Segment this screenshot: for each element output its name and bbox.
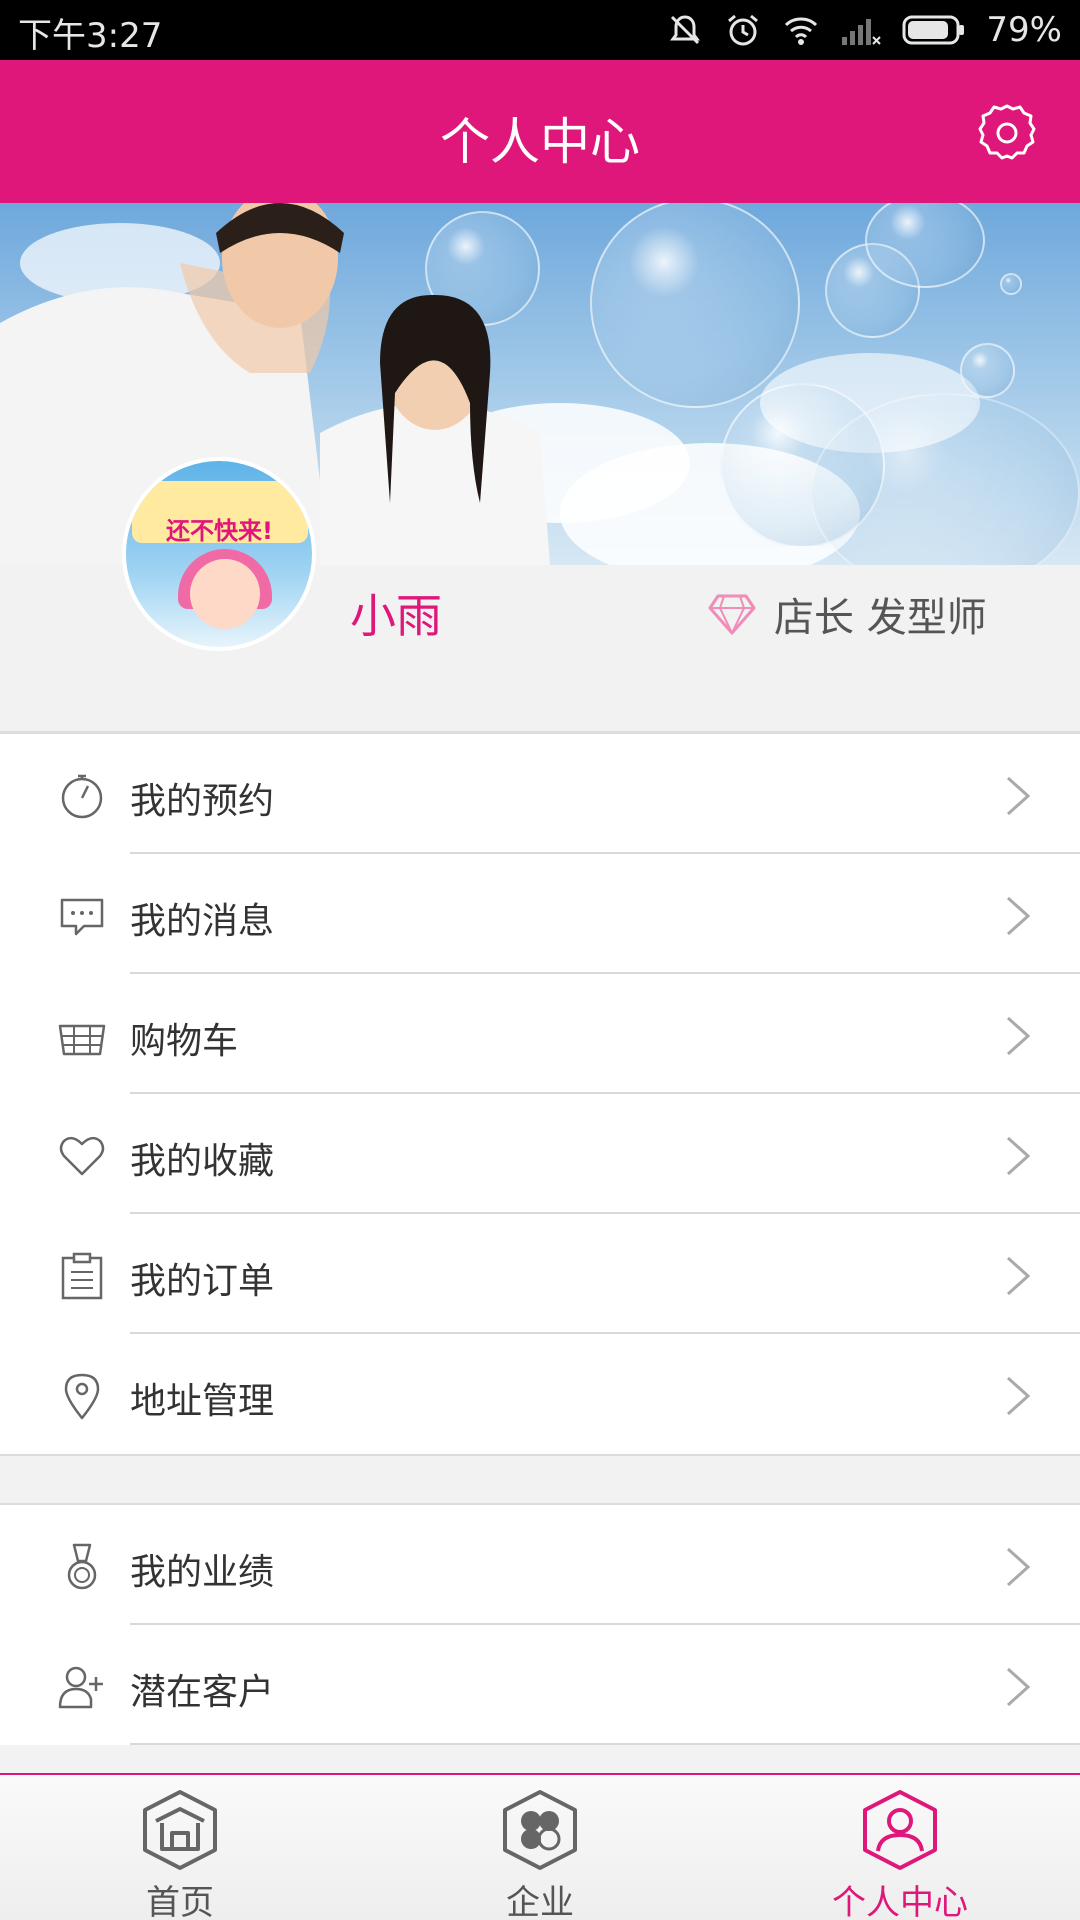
gear-icon[interactable] [974, 100, 1040, 166]
location-pin-icon [64, 1373, 100, 1420]
menu-label: 我的订单 [130, 1261, 275, 1302]
menu-label: 我的收藏 [130, 1141, 275, 1182]
app-header: 个人中心 [0, 60, 1080, 203]
menu-label: 我的预约 [130, 781, 275, 822]
chevron-right-icon [1006, 776, 1031, 816]
home-icon [143, 1790, 217, 1870]
avatar-caption: 还不快来! [166, 517, 273, 545]
chevron-right-icon [1006, 1016, 1031, 1056]
menu-item-messages[interactable]: 我的消息 [0, 854, 1080, 974]
chevron-right-icon [1006, 1136, 1031, 1176]
alarm-icon [728, 14, 759, 46]
tab-home[interactable]: 首页 [0, 1775, 360, 1920]
chevron-right-icon [1006, 896, 1031, 936]
tab-label: 首页 [146, 1883, 214, 1920]
person-icon [863, 1790, 937, 1870]
menu-item-appointments[interactable]: 我的预约 [0, 734, 1080, 854]
menu-group-primary: 我的预约 我的消息 购物车 我的收藏 我的订单 地址管理 [0, 732, 1080, 1456]
medal-icon [67, 1543, 97, 1590]
menu-item-performance[interactable]: 我的业绩 [0, 1505, 1080, 1625]
menu-item-potential-customers[interactable]: 潜在客户 [0, 1625, 1080, 1745]
user-role: 店长 发型师 [708, 585, 987, 643]
battery-icon [902, 15, 965, 45]
tab-enterprise[interactable]: 企业 [360, 1775, 720, 1920]
basket-icon [58, 1024, 106, 1056]
clover-icon [503, 1790, 577, 1870]
heart-icon [59, 1136, 105, 1176]
avatar[interactable]: 还不快来! [122, 457, 316, 651]
chevron-right-icon [1006, 1547, 1031, 1587]
menu-label: 地址管理 [130, 1381, 275, 1422]
diamond-icon [708, 594, 756, 636]
chevron-right-icon [1006, 1256, 1031, 1296]
status-bar: 下午3:27 79% [0, 0, 1080, 60]
role-text: 店长 发型师 [774, 595, 987, 641]
add-user-icon [58, 1666, 103, 1709]
status-time: 下午3:27 [18, 16, 163, 56]
menu-item-orders[interactable]: 我的订单 [0, 1214, 1080, 1334]
battery-level: 79% [986, 10, 1062, 50]
menu-item-favorites[interactable]: 我的收藏 [0, 1094, 1080, 1214]
page-title: 个人中心 [440, 113, 640, 171]
wifi-icon [785, 17, 818, 45]
tab-label: 企业 [506, 1883, 574, 1920]
chevron-right-icon [1006, 1376, 1031, 1416]
menu-label: 购物车 [130, 1021, 239, 1062]
clipboard-icon [61, 1252, 103, 1300]
menu-item-address[interactable]: 地址管理 [0, 1334, 1080, 1454]
menu-label: 潜在客户 [130, 1672, 275, 1713]
message-icon [60, 898, 104, 936]
username: 小雨 [350, 589, 442, 643]
tab-profile[interactable]: 个人中心 [720, 1775, 1080, 1920]
mute-bell-icon [670, 15, 701, 45]
signal-icon [842, 19, 882, 45]
menu-item-cart[interactable]: 购物车 [0, 974, 1080, 1094]
stopwatch-icon [61, 774, 103, 819]
bottom-tab-bar: 首页 企业 个人中心 [0, 1773, 1080, 1920]
menu-label: 我的业绩 [130, 1552, 275, 1593]
menu-label: 我的消息 [130, 901, 275, 942]
menu-group-business: 我的业绩 潜在客户 [0, 1503, 1080, 1745]
chevron-right-icon [1006, 1667, 1031, 1707]
tab-label: 个人中心 [832, 1883, 968, 1920]
